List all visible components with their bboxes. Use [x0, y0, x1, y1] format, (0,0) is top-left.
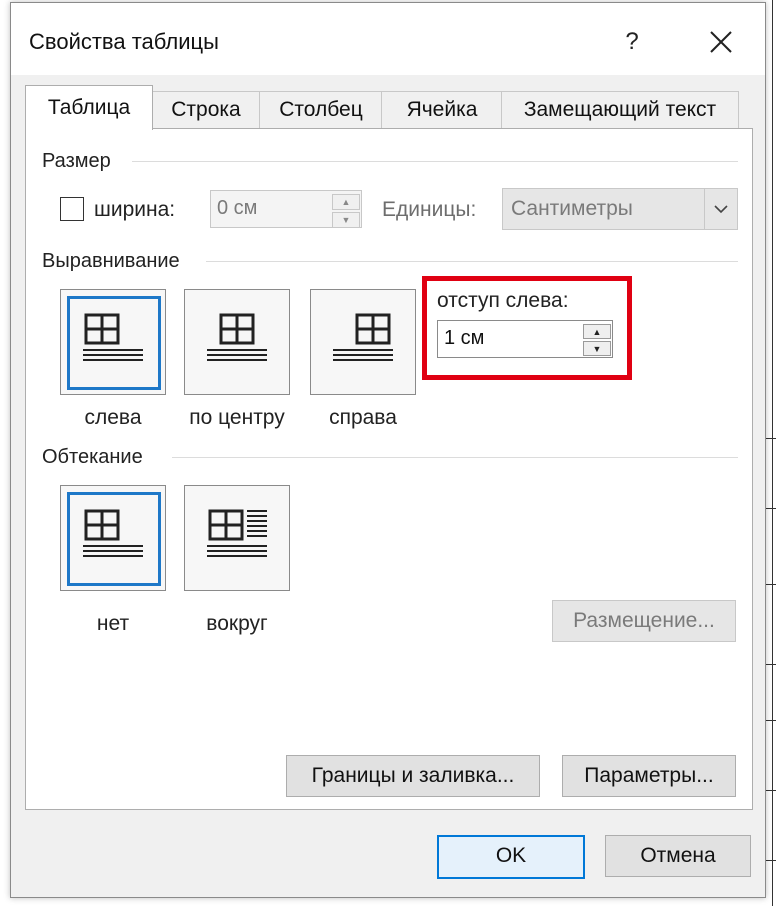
width-down-arrow-icon[interactable]: ▼ [332, 212, 360, 228]
units-value: Сантиметры [511, 197, 633, 220]
tab-column[interactable]: Столбец [259, 91, 383, 128]
width-label: ширина: [94, 198, 176, 221]
alignment-group-rule [206, 261, 738, 262]
ok-button[interactable]: OK [437, 835, 585, 879]
align-right-caption: справа [329, 406, 397, 429]
indent-label: отступ слева: [437, 289, 569, 312]
borders-shading-button[interactable]: Границы и заливка... [286, 755, 540, 797]
size-group-label: Размер [42, 150, 119, 173]
wrapping-group-rule [172, 457, 738, 458]
wrap-around-icon [207, 509, 267, 557]
units-label: Единицы: [382, 198, 477, 221]
indent-spinner-arrows: ▲ ▼ [583, 324, 611, 358]
indent-spinner[interactable]: 1 см ▲ ▼ [437, 320, 613, 358]
tab-column-label: Столбец [279, 98, 363, 121]
tab-row[interactable]: Строка [151, 91, 261, 128]
width-spinner-arrows: ▲ ▼ [332, 194, 360, 230]
width-up-arrow-icon[interactable]: ▲ [332, 194, 360, 210]
align-left-option[interactable] [60, 289, 166, 395]
wrapping-group-label: Обтекание [42, 446, 151, 469]
wrap-none-caption: нет [96, 612, 130, 635]
wrap-around-caption: вокруг [206, 612, 268, 635]
align-left-icon [83, 313, 143, 361]
align-right-icon [333, 313, 393, 361]
close-icon [710, 31, 732, 53]
width-spinner[interactable]: 0 см ▲ ▼ [210, 190, 362, 228]
table-properties-dialog: Свойства таблицы ? Таблица Строка Столбе… [10, 2, 766, 898]
alignment-group-label: Выравнивание [42, 250, 188, 273]
align-left-caption: слева [84, 406, 142, 429]
tab-cell-label: Ячейка [406, 98, 478, 121]
title-bar: Свойства таблицы ? [11, 3, 765, 75]
tab-strip: Таблица Строка Столбец Ячейка Замещающий… [25, 85, 765, 130]
width-checkbox[interactable] [60, 197, 84, 221]
wrap-around-option[interactable] [184, 485, 290, 591]
close-button[interactable] [701, 23, 741, 61]
wrap-none-option[interactable] [60, 485, 166, 591]
wrap-none-icon [83, 509, 143, 557]
indent-up-arrow-icon[interactable]: ▲ [583, 324, 611, 339]
size-group-rule [132, 161, 738, 162]
cancel-button[interactable]: Отмена [605, 835, 751, 877]
tab-cell[interactable]: Ячейка [381, 91, 503, 128]
indent-highlight-frame: отступ слева: 1 см ▲ ▼ [422, 276, 632, 380]
units-combo[interactable]: Сантиметры [502, 188, 738, 230]
align-right-option[interactable] [310, 289, 416, 395]
tab-alt-text[interactable]: Замещающий текст [501, 91, 739, 128]
tab-table[interactable]: Таблица [25, 85, 153, 130]
width-value: 0 см [217, 197, 258, 219]
tab-row-label: Строка [171, 98, 241, 121]
dialog-title: Свойства таблицы [29, 29, 219, 54]
tab-panel-table: Размер ширина: 0 см ▲ ▼ Единицы: Сантиме… [25, 128, 753, 810]
indent-value[interactable]: 1 см [444, 327, 484, 350]
tab-table-label: Таблица [47, 96, 131, 119]
indent-down-arrow-icon[interactable]: ▼ [583, 341, 611, 356]
tab-alt-text-label: Замещающий текст [523, 98, 717, 121]
align-center-option[interactable] [184, 289, 290, 395]
chevron-down-icon[interactable] [704, 189, 737, 229]
options-button[interactable]: Параметры... [562, 755, 736, 797]
align-center-icon [207, 313, 267, 361]
align-center-caption: по центру [189, 406, 285, 429]
help-button[interactable]: ? [615, 23, 649, 61]
positioning-button[interactable]: Размещение... [552, 600, 736, 642]
